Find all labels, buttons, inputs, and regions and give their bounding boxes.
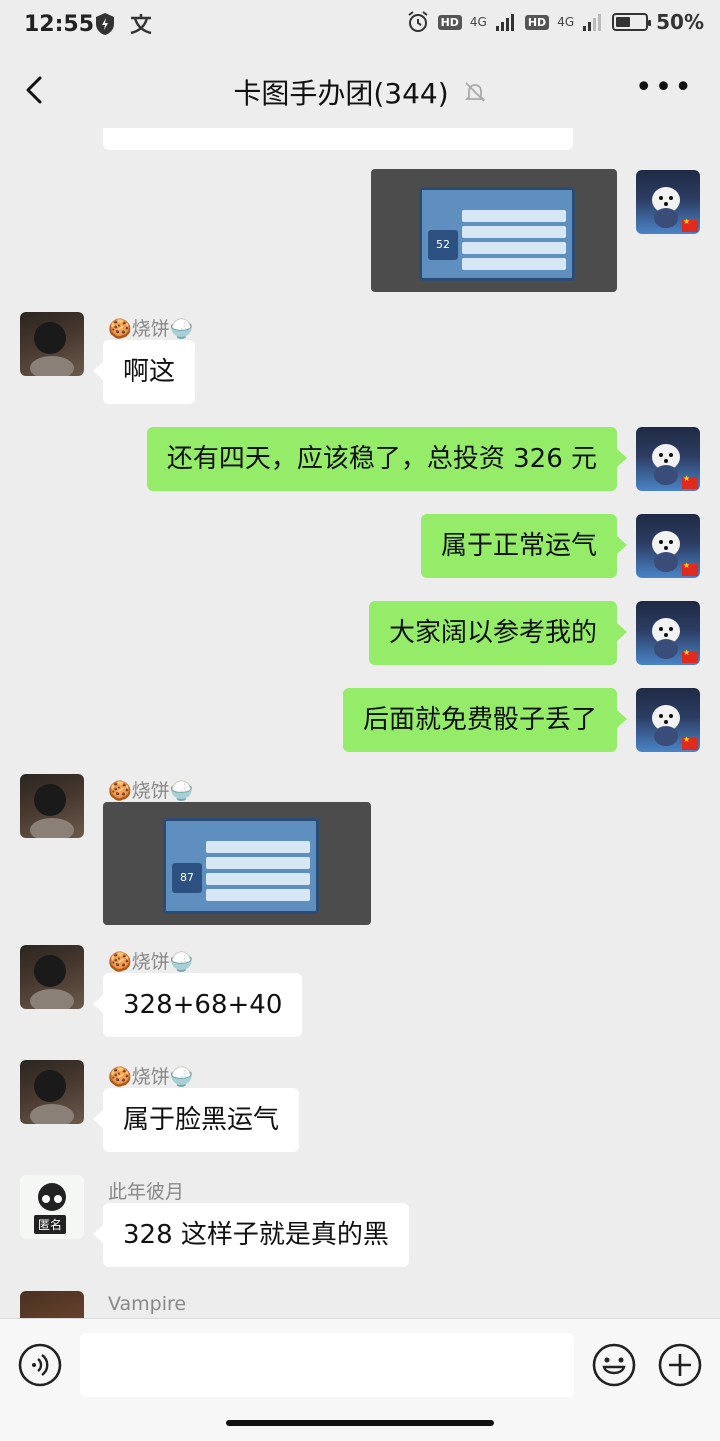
avatar[interactable] <box>20 1060 84 1124</box>
message-bubble[interactable]: 属于正常运气 <box>420 514 628 578</box>
message-self: 后面就免费骰子丢了 <box>0 688 720 758</box>
avatar[interactable] <box>20 774 84 838</box>
sender-name: 🍪烧饼🍚 <box>108 780 194 802</box>
battery-icon <box>612 13 652 31</box>
translate-icon <box>130 14 152 35</box>
message-partial <box>103 128 573 150</box>
chat-title: 卡图手办团(344) <box>233 77 449 110</box>
battery-percent: 50% <box>656 10 704 34</box>
person-avatar-icon <box>30 322 74 376</box>
china-flag-icon <box>682 561 698 576</box>
message-self: 还有四天，应该稳了，总投资 326 元 <box>0 427 720 497</box>
mute-bell-icon <box>464 82 485 102</box>
avatar[interactable] <box>20 945 84 1009</box>
avatar[interactable] <box>20 1291 84 1318</box>
sender-name: 🍪烧饼🍚 <box>108 1066 194 1088</box>
avatar[interactable]: 匿名 <box>20 1175 84 1239</box>
plus-icon[interactable] <box>658 1343 702 1387</box>
avatar[interactable] <box>636 688 700 752</box>
sender-name: 此年彼月 <box>108 1181 185 1203</box>
message-other: 🍪烧饼🍚 啊这 <box>0 312 720 412</box>
message-self: 大家阔以参考我的 <box>0 601 720 671</box>
chat-header: 卡图手办团(344) ••• <box>0 52 720 128</box>
avatar[interactable] <box>636 170 700 234</box>
game-screenshot-image[interactable]: 52 <box>371 169 617 292</box>
person-avatar-icon <box>30 1070 74 1124</box>
message-bubble[interactable]: 还有四天，应该稳了，总投资 326 元 <box>146 427 628 491</box>
message-bubble[interactable]: 啊这 <box>92 340 196 404</box>
china-flag-icon <box>682 474 698 489</box>
shield-icon <box>96 13 114 35</box>
home-indicator[interactable] <box>226 1420 494 1426</box>
message-other: Vampire <box>0 1291 720 1318</box>
china-flag-icon <box>682 648 698 663</box>
avatar[interactable] <box>20 312 84 376</box>
alarm-icon <box>407 11 428 32</box>
avatar[interactable] <box>636 601 700 665</box>
status-bar: 12:55 HD 4G HD 4G 50% <box>0 0 720 52</box>
status-time: 12:55 <box>24 12 95 37</box>
avatar[interactable] <box>636 427 700 491</box>
avatar[interactable] <box>636 514 700 578</box>
message-other: 🍪烧饼🍚 属于脸黑运气 <box>0 1060 720 1160</box>
hd-badge-2: HD <box>524 14 550 30</box>
message-bubble[interactable]: 328 这样子就是真的黑 <box>93 1203 409 1267</box>
emoji-icon[interactable] <box>592 1343 636 1387</box>
more-button[interactable]: ••• <box>635 73 694 103</box>
person-avatar-icon <box>30 784 74 838</box>
message-bubble[interactable]: 大家阔以参考我的 <box>368 601 628 665</box>
message-other: 匿名 此年彼月 328 这样子就是真的黑 <box>0 1175 720 1275</box>
chat-area[interactable]: 52 🍪烧饼🍚 啊这 还有四天，应该稳了，总投资 326 元 属于正常运气 <box>0 128 720 1318</box>
signal-icon-2 <box>583 14 602 31</box>
hd-badge: HD <box>437 14 462 30</box>
message-bubble[interactable]: 属于脸黑运气 <box>92 1088 300 1152</box>
china-flag-icon <box>682 735 698 750</box>
message-self: 属于正常运气 <box>0 514 720 584</box>
message-self-image: 52 <box>0 168 720 293</box>
dice-count: 52 <box>428 230 458 260</box>
sender-name: 🍪烧饼🍚 <box>108 318 194 340</box>
china-flag-icon <box>682 217 698 232</box>
signal-label-2: 4G <box>557 15 575 29</box>
voice-icon[interactable] <box>18 1343 62 1387</box>
person-avatar-icon <box>30 955 74 1009</box>
dice-count: 87 <box>172 863 202 893</box>
battery-fill <box>616 17 631 27</box>
sender-name: 🍪烧饼🍚 <box>108 951 194 973</box>
anonymous-badge: 匿名 <box>34 1215 67 1234</box>
message-other: 🍪烧饼🍚 328+68+40 <box>0 945 720 1045</box>
signal-label: 4G <box>469 15 487 29</box>
message-input[interactable] <box>80 1333 574 1397</box>
message-bubble[interactable]: 328+68+40 <box>92 973 303 1037</box>
sender-name: Vampire <box>108 1293 187 1315</box>
game-screenshot-image[interactable]: 87 <box>103 802 371 925</box>
message-other-image: 🍪烧饼🍚 87 <box>0 774 720 929</box>
message-bubble[interactable]: 后面就免费骰子丢了 <box>342 688 628 752</box>
signal-icon <box>495 14 514 31</box>
